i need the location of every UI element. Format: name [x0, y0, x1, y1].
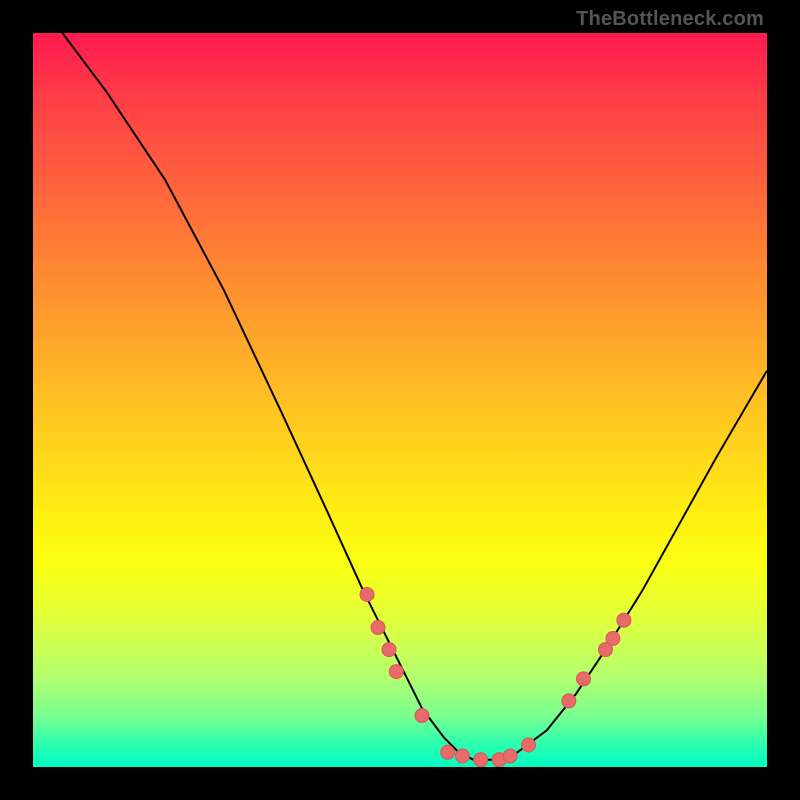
- attribution-text: TheBottleneck.com: [576, 8, 764, 31]
- data-points-group: [360, 588, 631, 767]
- data-point: [562, 694, 576, 708]
- data-point: [503, 749, 517, 763]
- chart-frame: TheBottleneck.com: [0, 0, 800, 800]
- bottleneck-curve: [62, 33, 767, 760]
- data-point: [371, 621, 385, 635]
- data-point: [382, 643, 396, 657]
- data-point: [474, 753, 488, 767]
- chart-svg: [33, 33, 767, 767]
- data-point: [455, 749, 469, 763]
- data-point: [389, 665, 403, 679]
- data-point: [617, 613, 631, 627]
- data-point: [441, 745, 455, 759]
- data-point: [415, 709, 429, 723]
- data-point: [522, 738, 536, 752]
- data-point: [606, 632, 620, 646]
- plot-area: [33, 33, 767, 767]
- data-point: [360, 588, 374, 602]
- data-point: [577, 672, 591, 686]
